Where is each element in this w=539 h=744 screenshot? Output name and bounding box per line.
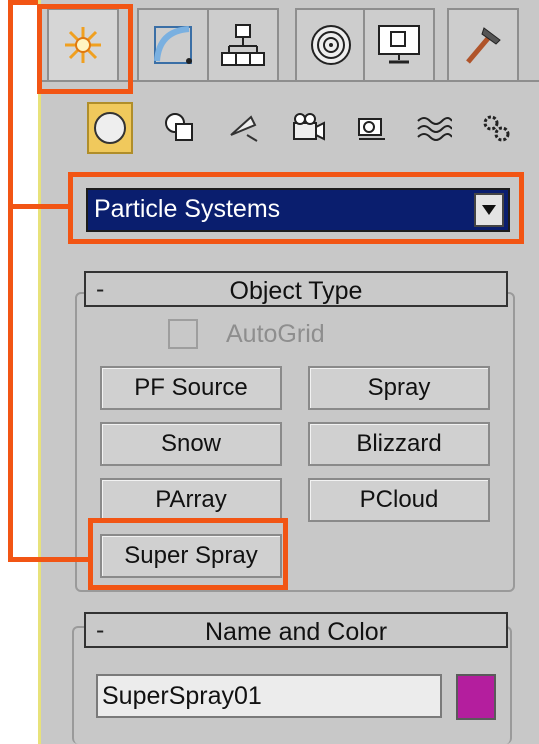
helpers-icon (358, 118, 385, 140)
display-monitor-icon (378, 25, 420, 64)
highlight-connector-middle (8, 204, 70, 209)
object-type-header[interactable]: - Object Type (84, 271, 508, 307)
pcloud-button[interactable]: PCloud (308, 478, 490, 522)
subcategory-lights[interactable] (221, 102, 267, 154)
tab-utilities[interactable] (447, 8, 519, 80)
lights-icon (230, 115, 258, 142)
object-color-swatch[interactable] (456, 674, 496, 720)
snow-button[interactable]: Snow (100, 422, 282, 466)
blizzard-button[interactable]: Blizzard (308, 422, 490, 466)
autogrid-label: AutoGrid (226, 320, 325, 348)
highlight-create-tab (37, 4, 133, 94)
subcategory-space-warps[interactable] (411, 102, 457, 154)
sphere-icon (94, 112, 126, 144)
tab-display[interactable] (363, 8, 435, 80)
spray-button[interactable]: Spray (308, 366, 490, 410)
systems-icon (483, 115, 510, 142)
hierarchy-icon (221, 24, 265, 66)
shapes-icon (165, 113, 193, 141)
autogrid-checkbox[interactable] (168, 319, 198, 349)
subcategory-shapes[interactable] (157, 102, 203, 154)
subcategory-systems[interactable] (473, 102, 519, 154)
rollout-title: Object Type (229, 277, 363, 305)
highlight-super-spray (88, 518, 288, 590)
highlight-connector-top (8, 0, 38, 5)
highlight-connector-vertical (8, 0, 13, 562)
object-name-field[interactable]: SuperSpray01 (96, 674, 442, 718)
cameras-icon (293, 113, 325, 141)
parray-button[interactable]: PArray (100, 478, 282, 522)
subcategory-helpers[interactable] (349, 102, 395, 154)
pf-source-button[interactable]: PF Source (100, 366, 282, 410)
motion-rings-icon (311, 25, 351, 65)
spacewarps-icon (417, 117, 452, 141)
curve-shape-icon (154, 26, 192, 64)
subcategory-geometry[interactable] (87, 102, 133, 154)
subcategory-cameras[interactable] (285, 102, 331, 154)
name-and-color-header[interactable]: - Name and Color (84, 612, 508, 648)
hammer-icon (466, 27, 501, 64)
tab-modify[interactable] (137, 8, 209, 80)
tab-hierarchy[interactable] (207, 8, 279, 80)
rollout-title: Name and Color (204, 618, 388, 646)
highlight-category-dropdown (68, 172, 524, 244)
tab-motion[interactable] (295, 8, 367, 80)
highlight-connector-bottom (8, 557, 90, 562)
